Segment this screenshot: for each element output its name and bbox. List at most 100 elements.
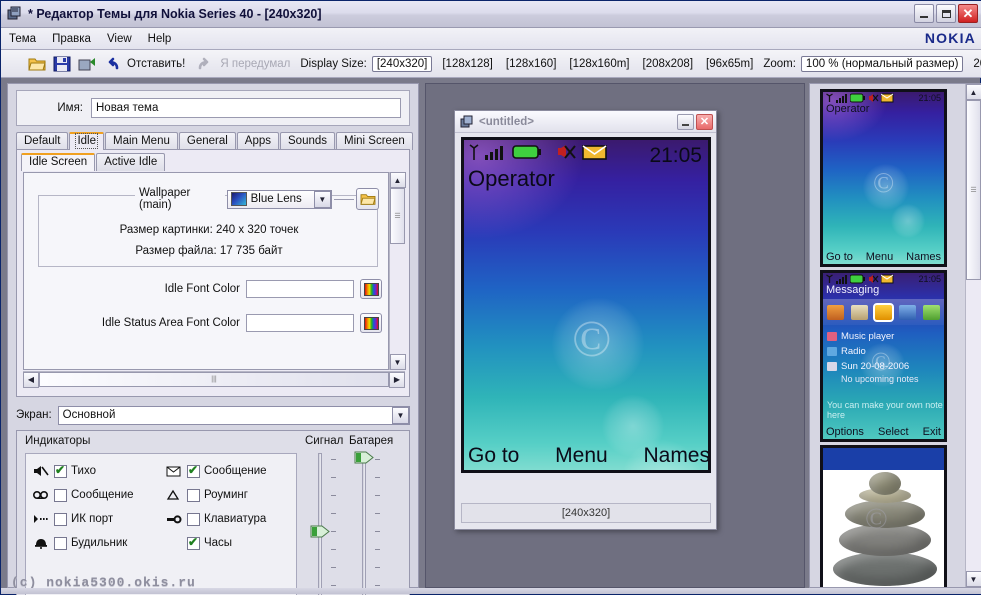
antenna-icon bbox=[826, 93, 833, 102]
active-idle-thumbnail[interactable]: © 21:05 Messaging Music player Radio Sun… bbox=[820, 270, 947, 442]
tab-apps[interactable]: Apps bbox=[236, 132, 280, 150]
rainbow-picker-icon[interactable] bbox=[360, 313, 382, 333]
theme-name-input[interactable] bbox=[91, 98, 401, 118]
tab-idle[interactable]: Idle bbox=[69, 132, 104, 150]
idle-screen-thumbnail[interactable]: © 21:05 Operator Go to Menu Names bbox=[820, 89, 947, 267]
games-icon[interactable] bbox=[826, 304, 844, 320]
signal-slider-track[interactable] bbox=[318, 453, 322, 595]
zoom-100[interactable]: 100 % (нормальный размер) bbox=[800, 55, 964, 72]
indicators-title: Индикаторы bbox=[25, 435, 91, 447]
display-size-128x160[interactable]: [128x160] bbox=[503, 57, 560, 71]
tab-default[interactable]: Default bbox=[16, 132, 69, 150]
signal-slider-thumb[interactable] bbox=[310, 525, 331, 538]
idle-font-color-input[interactable] bbox=[246, 280, 354, 298]
scroll-down-button[interactable]: ▼ bbox=[389, 354, 406, 370]
idle-status-font-color-input[interactable] bbox=[246, 314, 354, 332]
checkbox[interactable] bbox=[187, 512, 200, 526]
menu-item-theme[interactable]: Тема bbox=[1, 31, 44, 47]
wallpaper-label: Wallpaper (main) bbox=[135, 187, 225, 211]
scroll-left-button[interactable]: ◀ bbox=[23, 371, 39, 388]
preview-column-scrollbar[interactable]: ▲ ☰ ▼ bbox=[965, 84, 981, 587]
subtab-active-idle[interactable]: Active Idle bbox=[96, 153, 166, 171]
messaging-icon[interactable] bbox=[872, 302, 894, 322]
checkbox[interactable] bbox=[54, 463, 67, 478]
indicator-label: ИК порт bbox=[71, 513, 114, 525]
scroll-up-button[interactable]: ▲ bbox=[965, 84, 981, 100]
wallpaper-browse-button[interactable] bbox=[356, 188, 379, 210]
list-item[interactable]: Sun 20-08-2006 bbox=[827, 359, 944, 374]
display-size-240x320[interactable]: [240x320] bbox=[371, 55, 433, 72]
checkbox[interactable] bbox=[187, 463, 200, 478]
undo-label[interactable]: Отставить! bbox=[127, 58, 185, 70]
scroll-right-button[interactable]: ▶ bbox=[389, 371, 405, 388]
indicator-irport[interactable]: ИК порт bbox=[28, 507, 161, 531]
save-icon[interactable] bbox=[52, 54, 72, 74]
rainbow-picker-icon[interactable] bbox=[360, 279, 382, 299]
checkbox[interactable] bbox=[187, 488, 200, 502]
checkbox[interactable] bbox=[54, 512, 67, 526]
phonebook-icon[interactable] bbox=[899, 304, 917, 320]
chevron-down-icon[interactable]: ▼ bbox=[392, 406, 409, 424]
export-icon[interactable] bbox=[77, 54, 97, 74]
thumb-status-icons bbox=[825, 93, 894, 103]
preview-minimize-button[interactable] bbox=[677, 113, 694, 130]
checkbox[interactable] bbox=[187, 535, 200, 550]
chevron-down-icon[interactable]: ▼ bbox=[313, 190, 331, 208]
checkbox[interactable] bbox=[54, 488, 67, 502]
minimize-button[interactable] bbox=[914, 4, 934, 23]
screen-selector-value: Основной bbox=[62, 409, 116, 421]
scrollbar-thumb-h[interactable]: ||| bbox=[39, 372, 389, 387]
display-size-128x128[interactable]: [128x128] bbox=[439, 57, 496, 71]
tools-icon[interactable] bbox=[923, 304, 941, 320]
battery-slider-thumb[interactable] bbox=[354, 451, 375, 464]
open-folder-icon[interactable] bbox=[27, 54, 47, 74]
wallpaper-combo[interactable]: Blue Lens ▼ bbox=[226, 189, 332, 209]
contacts-icon[interactable] bbox=[850, 304, 868, 320]
undo-icon[interactable] bbox=[102, 54, 122, 74]
inner-horizontal-scrollbar[interactable]: ◀ ||| ▶ bbox=[23, 371, 405, 388]
indicator-alarm[interactable]: Будильник bbox=[28, 531, 161, 555]
tab-sounds[interactable]: Sounds bbox=[280, 132, 336, 150]
preview-close-button[interactable]: ✕ bbox=[696, 113, 713, 130]
signal-slider[interactable] bbox=[309, 453, 331, 595]
scrollbar-thumb[interactable]: ☰ bbox=[966, 100, 981, 280]
idle-font-color-row: Idle Font Color bbox=[30, 279, 382, 299]
close-button[interactable]: ✕ bbox=[958, 4, 978, 23]
maximize-button[interactable] bbox=[936, 4, 956, 23]
indicator-roaming[interactable]: Роуминг bbox=[161, 483, 294, 507]
indicator-silent[interactable]: Тихо bbox=[28, 459, 161, 483]
scrollbar-thumb[interactable]: ☰ bbox=[390, 188, 405, 244]
screen-selector-combo[interactable]: Основной ▼ bbox=[57, 405, 410, 425]
display-size-208x208[interactable]: [208x208] bbox=[640, 57, 697, 71]
indicator-clock[interactable]: Часы bbox=[161, 531, 294, 555]
display-size-128x160m[interactable]: [128x160m] bbox=[566, 57, 632, 71]
scroll-up-button[interactable]: ▲ bbox=[389, 172, 406, 188]
menu-item-help[interactable]: Help bbox=[140, 31, 180, 47]
battery-slider[interactable] bbox=[353, 451, 375, 595]
tab-mini-screen[interactable]: Mini Screen bbox=[336, 132, 413, 150]
signal-label: Сигнал bbox=[305, 435, 344, 447]
indicator-message[interactable]: Сообщение bbox=[161, 459, 294, 483]
inner-vertical-scrollbar[interactable]: ▲ ☰ ▼ bbox=[389, 172, 406, 370]
screen-selector-row: Экран: Основной ▼ bbox=[16, 404, 410, 426]
list-item[interactable]: Music player bbox=[827, 329, 944, 344]
envelope-icon bbox=[881, 274, 894, 284]
tab-main-menu[interactable]: Main Menu bbox=[104, 132, 178, 150]
indicator-keylock[interactable]: Клавиатура bbox=[161, 507, 294, 531]
tab-general[interactable]: General bbox=[178, 132, 236, 150]
menu-item-view[interactable]: View bbox=[99, 31, 140, 47]
indicator-voicemail[interactable]: Сообщение bbox=[28, 483, 161, 507]
menu-item-edit[interactable]: Правка bbox=[44, 31, 99, 47]
list-item[interactable]: Radio bbox=[827, 344, 944, 359]
preview-child-window: <untitled> ✕ © 21:05 Operator Go to Menu… bbox=[454, 110, 717, 530]
display-size-96x65m[interactable]: [96x65m] bbox=[703, 57, 756, 71]
phone-icon bbox=[459, 115, 475, 129]
subtab-idle-screen[interactable]: Idle Screen bbox=[21, 153, 96, 171]
zoom-200[interactable]: 200 % bbox=[970, 57, 981, 71]
wallpaper-thumbnail[interactable]: © bbox=[820, 445, 947, 587]
checkbox[interactable] bbox=[54, 536, 67, 550]
tab-label: Idle bbox=[75, 133, 98, 149]
thumb2-icon-bar[interactable] bbox=[823, 299, 944, 325]
battery-slider-track[interactable] bbox=[362, 453, 366, 595]
scroll-down-button[interactable]: ▼ bbox=[965, 571, 981, 587]
